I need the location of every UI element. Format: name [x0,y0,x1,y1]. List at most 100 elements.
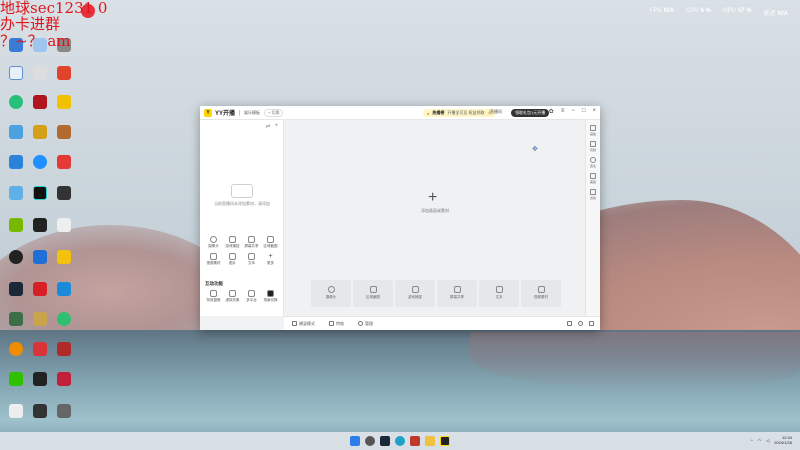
close-icon[interactable]: × [592,108,596,115]
screen-icon [248,236,255,243]
desktop-icon[interactable] [50,404,78,418]
system-tray: ^ ◠ ◁ 12:34 2024/1/26 [751,435,792,445]
tile-game-capture[interactable]: 游戏捕捉 [395,280,435,307]
desktop-icon[interactable] [50,218,78,232]
plus-icon: + [268,253,273,260]
region-icon [369,286,377,293]
source-panel: ⇌ + 当前直播间未添加素材，请添加 摄像头 游戏捕捉 屏幕共享 区域截图 视频… [200,120,284,316]
desktop-icon[interactable] [50,282,78,296]
desktop-icon[interactable] [50,312,78,326]
tool-video[interactable]: 视频素材 [204,253,223,266]
effect-icon [210,290,217,297]
tool-avatar[interactable]: 虚拟形象 [223,290,242,303]
yy-logo-icon: Y [204,108,212,117]
add-icon[interactable]: + [274,123,278,129]
right-toolbar: 画板 音频 连麦 美颜 滤镜 [585,120,600,316]
preview-canvas[interactable]: + 添加画面或素材 ✥ 摄像头 区域截图 游戏捕捉 屏幕共享 文本 视频素材 [285,120,585,316]
right-item-board[interactable]: 画板 [586,125,600,136]
cursor-icon: ✥ [532,146,538,153]
clock[interactable]: 12:34 2024/1/26 [774,435,792,445]
desktop-icon[interactable] [50,125,78,139]
text-icon [495,286,503,293]
gift-pack-button[interactable]: 领取礼包1元开播 [511,109,550,117]
tool-effect-camera[interactable]: 特效摄像 [204,290,223,303]
live-room-link[interactable]: 直播间 [490,109,502,115]
performance-overlay: FPS N/A CPU 6 % GPU 57 % 延迟 N/A [650,8,788,17]
tool-camera[interactable]: 摄像头 [204,236,223,249]
overlay-text-3: ？~？ am [0,32,71,50]
video-icon[interactable] [589,321,594,326]
steam-icon[interactable] [380,436,390,446]
desktop-icon[interactable] [50,95,78,109]
overlay-text-2: 办卡进群 [0,15,61,33]
desktop-icon[interactable] [50,250,78,264]
image-icon [229,253,236,260]
latency-stat: 延迟 N/A [763,11,788,17]
tool-region-capture[interactable]: 区域截图 [261,236,280,249]
desktop-icon[interactable] [50,372,78,386]
chevron-up-icon[interactable]: ^ [751,438,753,443]
wifi-icon[interactable]: ◠ [758,438,762,443]
tool-text[interactable]: 文本 [242,253,261,266]
screen-icon [453,286,461,293]
yy-taskbar-icon[interactable] [440,436,450,446]
tool-multi-platform[interactable]: 多平台 [242,290,261,303]
tool-screen-share[interactable]: 屏幕共享 [242,236,261,249]
manage-button[interactable]: 管理 [358,321,373,327]
desktop-icon[interactable] [50,186,78,200]
fps-stat: FPS N/A [649,8,674,14]
promo-banner[interactable]: ● 热播榜 开播全可见 权益领取 天 [423,109,496,117]
overlay-text-1: 地球sec1231 0 [0,0,108,17]
desktop-icon[interactable] [50,342,78,356]
menu-icon[interactable]: ≡ [561,108,565,115]
app-icon[interactable] [410,436,420,446]
beauty-icon [590,173,596,179]
minimize-icon[interactable]: − [571,108,575,115]
section-title: 互动功能 [205,281,223,286]
tile-camera[interactable]: 摄像头 [311,280,351,307]
add-source-icon[interactable]: + [428,190,437,206]
effects-button[interactable]: 特效 [329,321,344,327]
start-icon[interactable] [350,436,360,446]
tool-game-capture[interactable]: 游戏捕捉 [223,236,242,249]
camera-icon [327,286,335,293]
right-item-filter[interactable]: 滤镜 [586,189,600,200]
switch-mode-button[interactable]: + 切换 [264,108,284,117]
filter-icon[interactable]: ⇌ [265,123,270,130]
platform-icon [248,290,255,297]
tool-scene-switch[interactable]: 场景切换 [261,290,280,303]
tile-text[interactable]: 文本 [479,280,519,307]
mode-label[interactable]: 娱乐模板 [244,110,260,116]
right-item-beauty[interactable]: 美颜 [586,173,600,184]
explorer-icon[interactable] [425,436,435,446]
volume-icon[interactable]: ◁ [766,438,769,443]
maximize-icon[interactable]: □ [582,108,586,115]
camera-icon [210,236,217,243]
yy-live-window: Y YY开播 娱乐模板 + 切换 ● 热播榜 开播全可见 权益领取 天 直播间 … [200,106,600,330]
window-controls: ✿ ≡ − □ × [549,108,596,115]
layout-icon[interactable] [567,321,572,326]
record-icon[interactable] [578,321,583,326]
filter-icon [590,189,596,195]
orientation-toggle[interactable]: 横竖模式 [292,321,315,327]
desktop-icon[interactable] [50,155,78,169]
board-icon [590,125,596,131]
tile-region-capture[interactable]: 区域截图 [353,280,393,307]
avatar-icon [229,290,236,297]
tool-more[interactable]: + 更多 [261,253,280,266]
canvas-hint: 添加画面或素材 [421,208,449,213]
game-icon [411,286,419,293]
right-item-mic[interactable]: 连麦 [586,157,600,168]
edge-icon[interactable] [395,436,405,446]
skin-icon[interactable]: ✿ [549,108,554,115]
search-icon[interactable] [365,436,375,446]
scene-icon [267,290,274,297]
right-item-audio[interactable]: 音频 [586,141,600,152]
region-icon [267,236,274,243]
desktop-icon[interactable] [50,66,78,80]
manage-icon [358,321,363,326]
tile-screen-share[interactable]: 屏幕共享 [437,280,477,307]
tool-image[interactable]: 图片 [223,253,242,266]
audio-icon [590,141,596,147]
tile-video[interactable]: 视频素材 [521,280,561,307]
